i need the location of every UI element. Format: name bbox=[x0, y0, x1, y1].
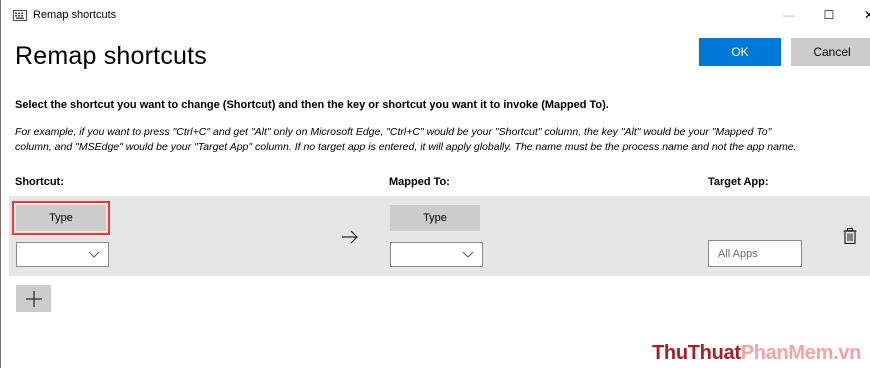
mapped-to-key-dropdown[interactable] bbox=[390, 242, 483, 267]
watermark-part-1: ThuThuat bbox=[652, 342, 741, 364]
chevron-down-icon bbox=[88, 251, 100, 258]
close-icon: ✕ bbox=[863, 8, 870, 22]
watermark-part-2: PhanMem bbox=[740, 342, 834, 364]
page-title: Remap shortcuts bbox=[15, 42, 207, 70]
watermark-part-3: .vn bbox=[833, 342, 862, 364]
column-header-target-app: Target App: bbox=[708, 176, 769, 188]
arrow-right-icon bbox=[342, 230, 358, 244]
add-shortcut-button[interactable] bbox=[16, 285, 51, 312]
column-header-mapped-to: Mapped To: bbox=[389, 176, 450, 188]
instructions-text: Select the shortcut you want to change (… bbox=[15, 99, 609, 111]
minimize-button[interactable]: — bbox=[769, 0, 809, 30]
title-bar: Remap shortcuts — ☐ ✕ bbox=[1, 0, 870, 30]
maximize-button[interactable]: ☐ bbox=[809, 0, 849, 30]
keyboard-app-icon bbox=[13, 10, 27, 21]
cancel-button[interactable]: Cancel bbox=[791, 38, 870, 66]
shortcut-type-button[interactable]: Type bbox=[12, 201, 110, 235]
example-line-1: For example, if you want to press "Ctrl+… bbox=[15, 126, 772, 138]
watermark-logo: ThuThuatPhanMem.vn bbox=[652, 342, 861, 365]
mapped-to-type-button[interactable]: Type bbox=[390, 205, 480, 231]
example-text: For example, if you want to press "Ctrl+… bbox=[15, 125, 870, 155]
minimize-icon: — bbox=[783, 8, 795, 22]
plus-icon bbox=[25, 290, 42, 307]
close-button[interactable]: ✕ bbox=[849, 0, 870, 30]
example-line-2: column, and "MSEdge" would be your "Targ… bbox=[15, 141, 797, 153]
chevron-down-icon bbox=[462, 251, 474, 258]
remap-shortcuts-window: Remap shortcuts — ☐ ✕ Remap shortcuts OK… bbox=[0, 0, 870, 368]
ok-button[interactable]: OK bbox=[699, 38, 781, 66]
column-header-shortcut: Shortcut: bbox=[15, 176, 64, 188]
trash-icon[interactable] bbox=[843, 228, 857, 244]
target-app-input[interactable]: All Apps bbox=[708, 240, 802, 267]
maximize-icon: ☐ bbox=[823, 8, 835, 22]
shortcut-key-dropdown[interactable] bbox=[16, 242, 109, 267]
window-title: Remap shortcuts bbox=[33, 9, 117, 21]
